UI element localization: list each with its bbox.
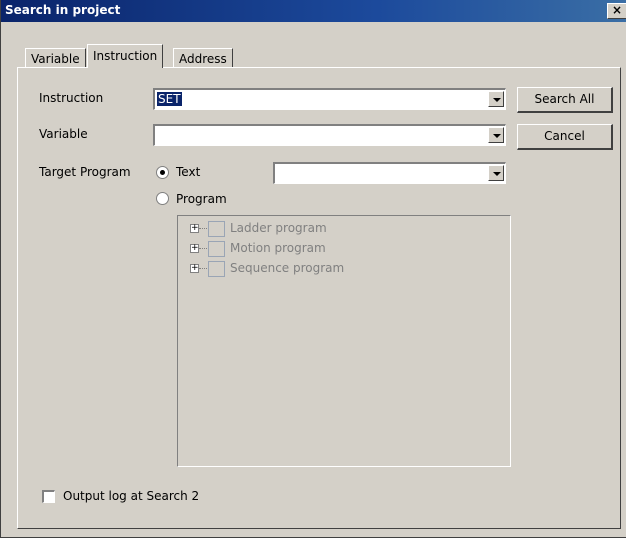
instruction-label: Instruction bbox=[39, 91, 104, 105]
instruction-value: SET bbox=[157, 92, 182, 106]
tree-node-label: Ladder program bbox=[230, 221, 327, 235]
output-log-checkbox[interactable] bbox=[42, 490, 55, 503]
text-radio-label: Text bbox=[176, 165, 201, 179]
tab-variable-label: Variable bbox=[31, 52, 80, 66]
tab-variable[interactable]: Variable bbox=[25, 48, 86, 68]
tree-checkbox[interactable] bbox=[208, 241, 225, 257]
tab-address-label: Address bbox=[179, 52, 227, 66]
chevron-down-icon[interactable] bbox=[488, 91, 504, 107]
chevron-down-icon[interactable] bbox=[488, 127, 504, 143]
cancel-button[interactable]: Cancel bbox=[517, 124, 613, 150]
tree-checkbox[interactable] bbox=[208, 221, 225, 237]
window-title: Search in project bbox=[5, 3, 121, 17]
tree-node-label: Sequence program bbox=[230, 261, 345, 275]
close-button[interactable]: × bbox=[607, 3, 626, 19]
tree-checkbox[interactable] bbox=[208, 261, 225, 277]
chevron-down-icon[interactable] bbox=[488, 165, 504, 181]
variable-label: Variable bbox=[39, 127, 88, 141]
output-log-label: Output log at Search 2 bbox=[63, 489, 200, 503]
close-icon: × bbox=[612, 3, 623, 17]
expand-icon[interactable]: + bbox=[190, 244, 199, 253]
program-tree[interactable]: + Ladder program + Motion program + Sequ… bbox=[177, 215, 511, 467]
tab-address[interactable]: Address bbox=[173, 48, 233, 68]
expand-icon[interactable]: + bbox=[190, 224, 199, 233]
tab-instruction-label: Instruction bbox=[93, 49, 158, 63]
target-program-label: Target Program bbox=[39, 165, 131, 179]
search-all-button[interactable]: Search All bbox=[517, 87, 613, 113]
search-dialog: Search in project × Variable Instruction… bbox=[0, 0, 626, 538]
expand-icon[interactable]: + bbox=[190, 264, 199, 273]
tab-instruction[interactable]: Instruction bbox=[87, 44, 164, 68]
program-radio-label: Program bbox=[176, 192, 227, 206]
title-bar[interactable]: Search in project bbox=[1, 0, 626, 22]
text-radio[interactable] bbox=[156, 166, 169, 179]
instruction-combobox[interactable]: SET bbox=[153, 88, 506, 110]
text-combobox[interactable] bbox=[273, 162, 506, 184]
program-radio[interactable] bbox=[156, 192, 169, 205]
variable-combobox[interactable] bbox=[153, 124, 506, 146]
tree-node-label: Motion program bbox=[230, 241, 326, 255]
